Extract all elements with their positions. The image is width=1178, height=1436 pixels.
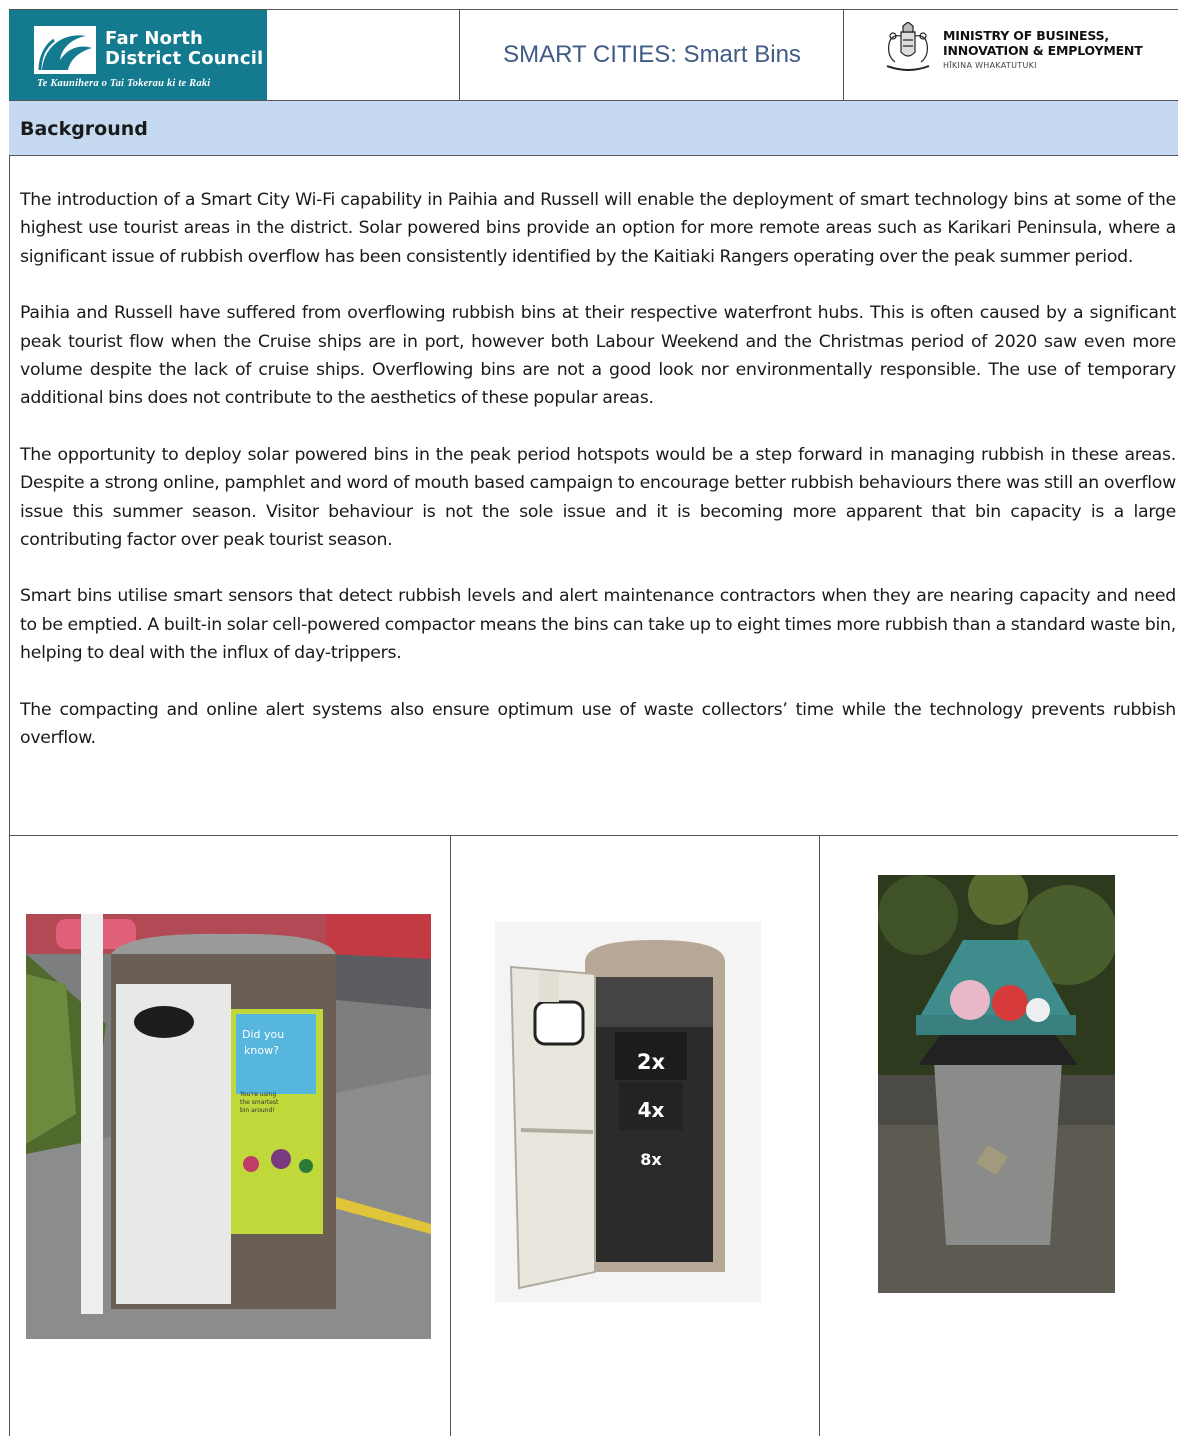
council-logo: Far North District Council Te Kaunihera … (9, 10, 267, 100)
ministry-name-line2: INNOVATION & EMPLOYMENT (943, 43, 1143, 58)
photo-divider-1 (450, 835, 451, 1436)
poster-heading-line1: Did you (242, 1028, 284, 1041)
poster-text-line5: bin around! (240, 1107, 275, 1114)
paragraph-3: The opportunity to deploy solar powered … (20, 444, 1176, 551)
paragraph-1: The introduction of a Smart City Wi-Fi c… (20, 190, 1176, 267)
compactor-bin-illustration: 2x 4x 8x (495, 922, 761, 1302)
ministry-maori-name: HĪKINA WHAKATUTUKI (943, 61, 1037, 70)
compaction-label-2x: 2x (637, 1050, 666, 1074)
document-title: SMART CITIES: Smart Bins (503, 41, 801, 68)
photo-divider-2 (819, 835, 820, 1436)
photos-top-rule (9, 835, 1178, 836)
poster-text-line3: You're using (239, 1091, 276, 1098)
coat-of-arms-icon (886, 22, 930, 71)
section-header-bar (9, 101, 1178, 155)
paragraph-2: Paihia and Russell have suffered from ov… (20, 303, 1176, 409)
section-title: Background (20, 118, 148, 140)
council-name-line1: Far North (105, 28, 204, 49)
overflowing-bin-photo (878, 875, 1115, 1293)
table-border-left (9, 9, 10, 1436)
paragraph-4: Smart bins utilise smart sensors that de… (20, 586, 1176, 664)
council-name-line2: District Council (105, 48, 264, 69)
ministry-name-line1: MINISTRY OF BUSINESS, (943, 28, 1109, 43)
poster-text-line4: the smartest (240, 1099, 279, 1106)
smart-bin-street-photo: Did you know? You're using the smartest … (26, 914, 431, 1339)
compaction-label-8x: 8x (640, 1150, 662, 1169)
compaction-label-4x: 4x (638, 1098, 665, 1122)
background-body: The introduction of a Smart City Wi-Fi c… (20, 186, 1176, 781)
council-wave-icon (34, 26, 96, 74)
compactor-bin-diagram: 2x 4x 8x (495, 922, 761, 1302)
section-bar-bottom-rule (9, 155, 1178, 156)
council-tagline: Te Kaunihera o Tai Tokerau ki te Raki (37, 78, 211, 89)
overflowing-bin-illustration (878, 875, 1115, 1293)
smart-bin-street-illustration: Did you know? You're using the smartest … (26, 914, 431, 1339)
poster-heading-line2: know? (244, 1044, 279, 1057)
paragraph-5: The compacting and online alert systems … (20, 699, 1176, 749)
